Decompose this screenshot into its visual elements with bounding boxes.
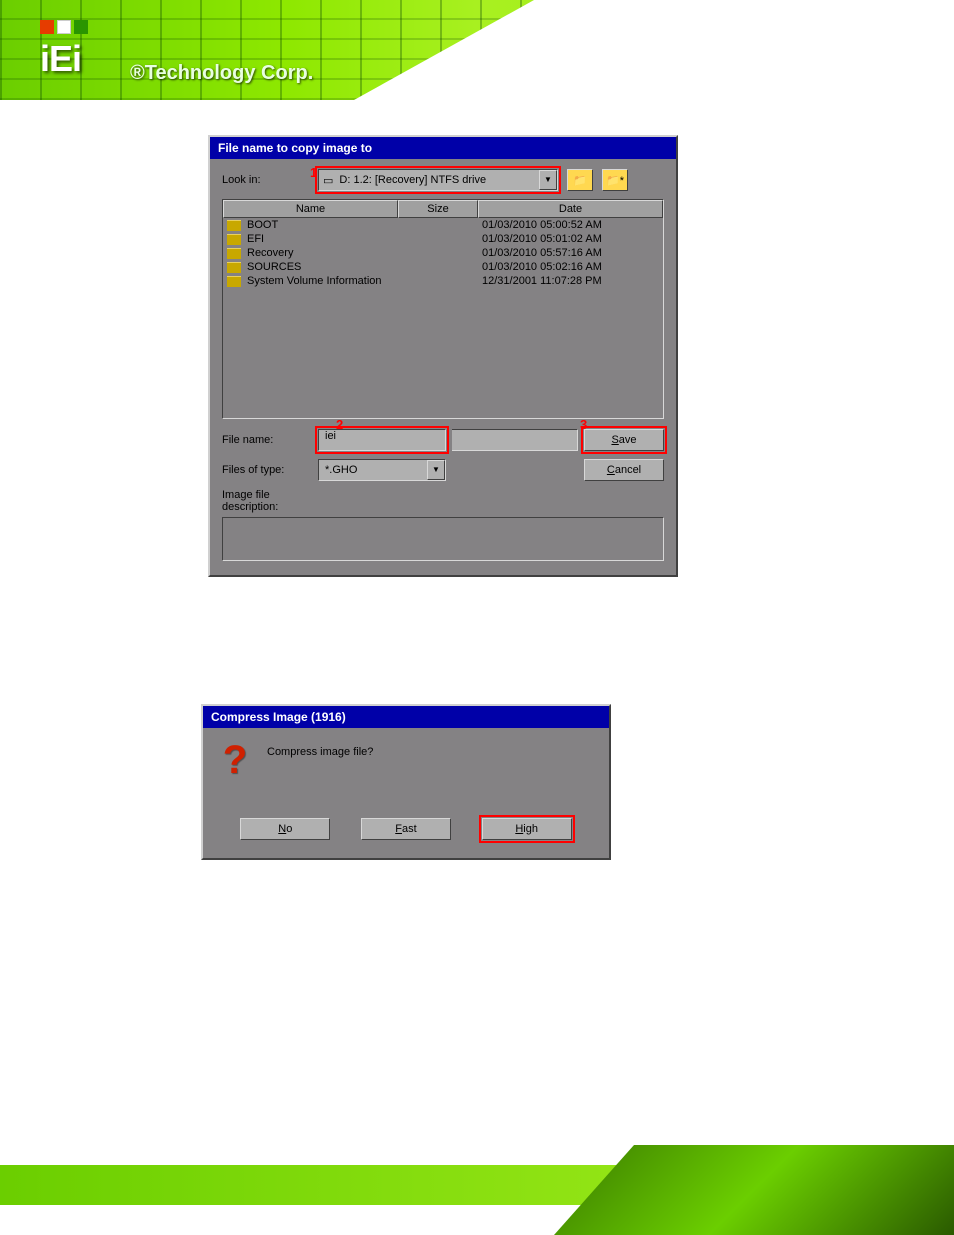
up-folder-button[interactable]: 📁 — [567, 169, 593, 191]
logo-text: iEi — [40, 38, 88, 80]
file-name-dialog: File name to copy image to 1 Look in: ▭ … — [208, 135, 678, 577]
logo: iEi — [40, 20, 88, 80]
annotation-2: 2 — [336, 417, 343, 432]
new-folder-button[interactable]: 📁* — [602, 169, 628, 191]
files-type-dropdown[interactable]: *.GHO ▼ — [318, 459, 446, 481]
folder-icon — [227, 262, 241, 273]
logo-sq-white — [57, 20, 71, 34]
file-row[interactable]: System Volume Information12/31/2001 11:0… — [223, 274, 663, 288]
fast-button[interactable]: Fast — [361, 818, 451, 840]
file-row[interactable]: BOOT01/03/2010 05:00:52 AM — [223, 218, 663, 232]
folder-icon — [227, 248, 241, 259]
compress-title: Compress Image (1916) — [203, 706, 609, 728]
desc-label: Image file description: — [222, 489, 312, 513]
dialog-title: File name to copy image to — [210, 137, 676, 159]
list-header: Name Size Date — [223, 200, 663, 218]
col-date[interactable]: Date — [478, 200, 663, 218]
folder-icon — [227, 234, 241, 245]
logo-sq-red — [40, 20, 54, 34]
look-in-label: Look in: — [222, 174, 312, 186]
footer-circuit — [554, 1145, 954, 1235]
drive-icon: ▭ — [323, 174, 333, 187]
page-footer-banner — [0, 1135, 954, 1235]
cancel-button[interactable]: Cancel — [584, 459, 664, 481]
files-type-label: Files of type: — [222, 464, 312, 476]
compress-question: Compress image file? — [267, 742, 373, 758]
file-row[interactable]: Recovery01/03/2010 05:57:16 AM — [223, 246, 663, 260]
col-size[interactable]: Size — [398, 200, 478, 218]
look-in-dropdown[interactable]: ▭ D: 1.2: [Recovery] NTFS drive ▼ — [318, 169, 558, 191]
chevron-down-icon[interactable]: ▼ — [539, 170, 557, 190]
look-in-value: D: 1.2: [Recovery] NTFS drive — [333, 174, 539, 186]
no-button[interactable]: No — [240, 818, 330, 840]
files-type-value: *.GHO — [319, 464, 427, 476]
file-row[interactable]: SOURCES01/03/2010 05:02:16 AM — [223, 260, 663, 274]
col-name[interactable]: Name — [223, 200, 398, 218]
compress-dialog: Compress Image (1916) ? Compress image f… — [201, 704, 611, 860]
high-button[interactable]: High — [482, 818, 572, 840]
description-input[interactable] — [222, 517, 664, 561]
chevron-down-icon[interactable]: ▼ — [427, 460, 445, 480]
file-row[interactable]: EFI01/03/2010 05:01:02 AM — [223, 232, 663, 246]
logo-sq-green — [74, 20, 88, 34]
save-button[interactable]: Save — [584, 429, 664, 451]
file-list[interactable]: Name Size Date BOOT01/03/2010 05:00:52 A… — [222, 199, 664, 419]
file-name-input[interactable]: iei — [318, 429, 446, 451]
file-name-label: File name: — [222, 434, 312, 446]
folder-icon — [227, 276, 241, 287]
annotation-1: 1 — [310, 165, 317, 180]
question-icon: ? — [217, 742, 253, 778]
file-name-input-ext[interactable] — [452, 429, 579, 451]
logo-tagline: ®Technology Corp. — [130, 62, 313, 85]
page-header-banner — [0, 0, 954, 100]
folder-icon — [227, 220, 241, 231]
annotation-3: 3 — [580, 417, 587, 432]
